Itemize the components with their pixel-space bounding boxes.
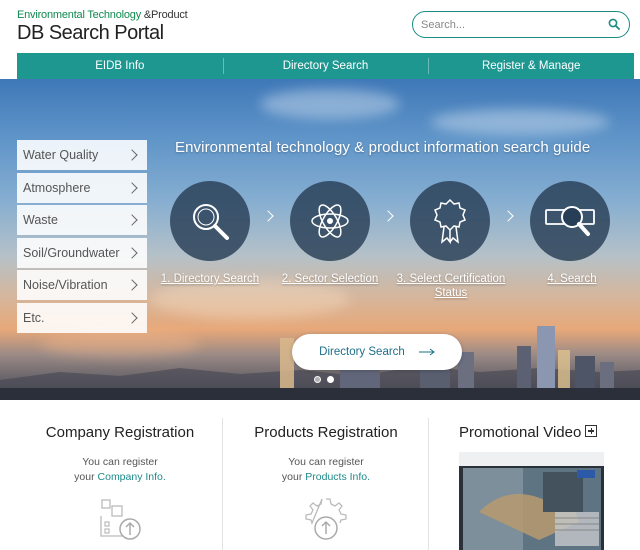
magnifier-bar-icon bbox=[545, 206, 595, 236]
products-registration-text: You can register your Products Info. bbox=[226, 455, 426, 485]
carousel-dot[interactable] bbox=[314, 376, 321, 383]
carousel-dots bbox=[314, 376, 334, 383]
card-text-line: You can register bbox=[288, 456, 364, 468]
step-directory-search-circle[interactable] bbox=[170, 181, 250, 261]
chevron-right-icon bbox=[126, 181, 138, 194]
factory-upload-icon bbox=[100, 499, 141, 540]
category-label: Etc. bbox=[23, 310, 45, 325]
step-label-certification[interactable]: 3. Select Certification Status bbox=[390, 272, 512, 300]
category-label: Soil/Groundwater bbox=[23, 245, 120, 260]
main-nav: EIDB Info Directory Search Register & Ma… bbox=[17, 53, 634, 79]
nav-item-directory-search[interactable]: Directory Search bbox=[222, 53, 429, 79]
step-search-circle[interactable] bbox=[530, 181, 610, 261]
promotional-video-title[interactable]: Promotional Video bbox=[459, 424, 598, 441]
step-label-sector-selection[interactable]: 2. Sector Selection bbox=[275, 272, 385, 286]
cloud-decoration bbox=[260, 89, 400, 119]
chevron-right-icon bbox=[126, 247, 138, 259]
category-waste[interactable]: Waste bbox=[17, 205, 147, 236]
page: Environmental Technology &Product DB Sea… bbox=[0, 0, 640, 550]
step-label-directory-search[interactable]: 1. Directory Search bbox=[156, 272, 264, 286]
cloud-decoration bbox=[430, 109, 610, 135]
category-label: Noise/Vibration bbox=[23, 278, 108, 293]
card-divider bbox=[428, 418, 429, 550]
category-water-quality[interactable]: Water Quality bbox=[17, 140, 147, 170]
registration-section: Company Registration You can register yo… bbox=[0, 400, 640, 550]
search-guide-title: Environmental technology & product infor… bbox=[175, 139, 591, 156]
logo-line1-amp: &Product bbox=[141, 9, 188, 21]
logo-line2: DB Search Portal bbox=[17, 22, 164, 44]
products-registration-card[interactable]: Products Registration You can register y… bbox=[226, 400, 426, 550]
search-input[interactable] bbox=[421, 16, 601, 34]
category-label: Water Quality bbox=[23, 148, 99, 162]
company-registration-card[interactable]: Company Registration You can register yo… bbox=[20, 400, 220, 550]
carousel-dot-active[interactable] bbox=[327, 376, 334, 383]
products-info-link[interactable]: Products Info. bbox=[305, 471, 370, 483]
site-logo[interactable]: Environmental Technology &Product DB Sea… bbox=[17, 9, 188, 45]
arrow-right-icon bbox=[418, 348, 435, 356]
directory-search-button[interactable]: Directory Search bbox=[292, 334, 462, 370]
promotional-video-player[interactable] bbox=[459, 452, 604, 550]
magnifier-icon bbox=[193, 204, 229, 240]
directory-search-button-label: Directory Search bbox=[319, 346, 405, 358]
step-sector-selection-circle[interactable] bbox=[290, 181, 370, 261]
category-atmosphere[interactable]: Atmosphere bbox=[17, 172, 147, 203]
category-soil-groundwater[interactable]: Soil/Groundwater bbox=[17, 237, 147, 268]
nav-item-eidb-info[interactable]: EIDB Info bbox=[17, 53, 223, 79]
logo-line1-green: Environmental Technology bbox=[17, 9, 142, 21]
chevron-right-icon bbox=[126, 279, 138, 292]
header: Environmental Technology &Product DB Sea… bbox=[0, 0, 640, 52]
promotional-video-label: Promotional Video bbox=[459, 424, 582, 441]
products-registration-title: Products Registration bbox=[254, 424, 398, 441]
category-etc[interactable]: Etc. bbox=[17, 302, 147, 333]
card-divider bbox=[222, 418, 223, 550]
nav-item-register-manage[interactable]: Register & Manage bbox=[428, 53, 634, 79]
plus-box-icon[interactable] bbox=[585, 425, 598, 437]
ribbon-badge-icon bbox=[434, 198, 466, 245]
category-menu: Water Quality Atmosphere Waste Soil/Grou… bbox=[17, 140, 147, 336]
step-certification-circle[interactable] bbox=[410, 181, 490, 261]
step-arrow-icon bbox=[262, 210, 274, 222]
company-registration-title: Company Registration bbox=[45, 424, 195, 441]
category-noise-vibration[interactable]: Noise/Vibration bbox=[17, 270, 147, 301]
gear-upload-icon bbox=[305, 498, 347, 540]
category-label: Atmosphere bbox=[23, 180, 91, 195]
chevron-right-icon bbox=[126, 312, 138, 324]
chevron-right-icon bbox=[126, 214, 138, 226]
step-arrow-icon bbox=[502, 210, 514, 222]
card-text-prefix: your bbox=[74, 471, 98, 483]
video-thumbnail-image bbox=[459, 452, 604, 550]
company-registration-text: You can register your Company Info. bbox=[20, 455, 220, 485]
atom-icon bbox=[311, 204, 349, 238]
search-icon[interactable] bbox=[608, 18, 620, 30]
hero-banner: Water Quality Atmosphere Waste Soil/Grou… bbox=[0, 79, 640, 400]
category-label: Waste bbox=[23, 213, 58, 228]
chevron-right-icon bbox=[126, 149, 138, 161]
company-info-link[interactable]: Company Info. bbox=[98, 471, 166, 483]
step-label-search[interactable]: 4. Search bbox=[532, 272, 612, 286]
search-box bbox=[412, 11, 630, 38]
card-text-line: You can register bbox=[82, 456, 158, 468]
step-arrow-icon bbox=[382, 210, 394, 222]
card-text-prefix: your bbox=[281, 471, 306, 483]
